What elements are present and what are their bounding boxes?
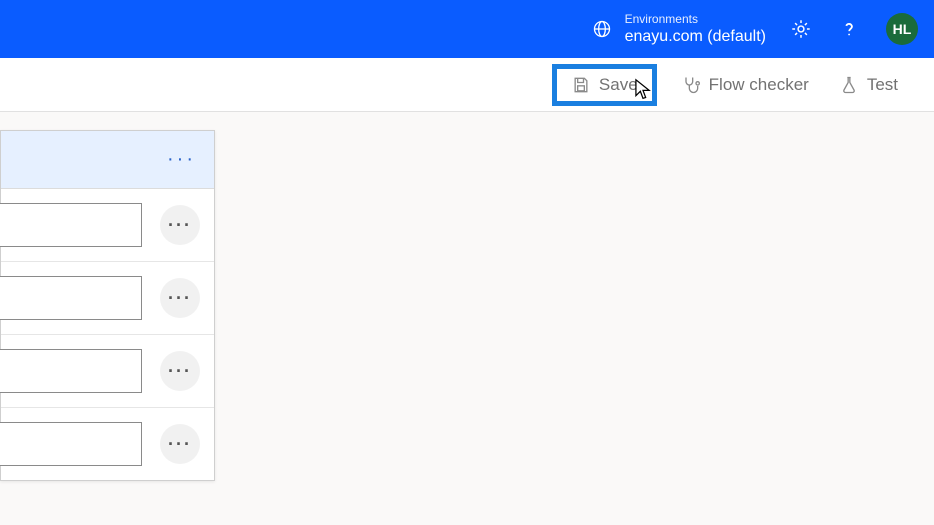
test-label: Test: [867, 75, 898, 95]
field-input[interactable]: [0, 203, 142, 247]
card-header[interactable]: ···: [1, 131, 214, 189]
user-avatar[interactable]: HL: [886, 13, 918, 45]
test-button[interactable]: Test: [833, 71, 904, 99]
row-overflow-button[interactable]: ···: [160, 424, 200, 464]
flow-step-card: ··· ··· ··· ) ··· ···: [0, 130, 215, 481]
globe-icon: [591, 18, 613, 40]
overflow-icon[interactable]: ···: [167, 148, 196, 171]
card-row: ) ···: [1, 335, 214, 408]
field-input[interactable]: [0, 422, 142, 466]
app-header: Environments enayu.com (default) HL: [0, 0, 934, 58]
row-overflow-button[interactable]: ···: [160, 278, 200, 318]
save-icon: [571, 75, 591, 95]
avatar-initials: HL: [893, 21, 912, 37]
help-icon[interactable]: [838, 18, 860, 40]
card-row: ···: [1, 262, 214, 335]
settings-icon[interactable]: [790, 18, 812, 40]
environment-name: enayu.com (default): [625, 27, 766, 46]
card-row: ···: [1, 189, 214, 262]
field-input[interactable]: [0, 276, 142, 320]
flow-checker-label: Flow checker: [709, 75, 809, 95]
card-row: ···: [1, 408, 214, 480]
save-label: Save: [599, 75, 638, 95]
flask-icon: [839, 75, 859, 95]
stethoscope-icon: [681, 75, 701, 95]
save-button[interactable]: Save: [552, 64, 657, 106]
row-overflow-button[interactable]: ···: [160, 205, 200, 245]
flow-checker-button[interactable]: Flow checker: [675, 71, 815, 99]
action-toolbar: Save Flow checker Test: [0, 58, 934, 112]
environment-picker[interactable]: Environments enayu.com (default): [591, 12, 766, 46]
environment-label: Environments: [625, 12, 766, 26]
field-input[interactable]: ): [0, 349, 142, 393]
row-overflow-button[interactable]: ···: [160, 351, 200, 391]
